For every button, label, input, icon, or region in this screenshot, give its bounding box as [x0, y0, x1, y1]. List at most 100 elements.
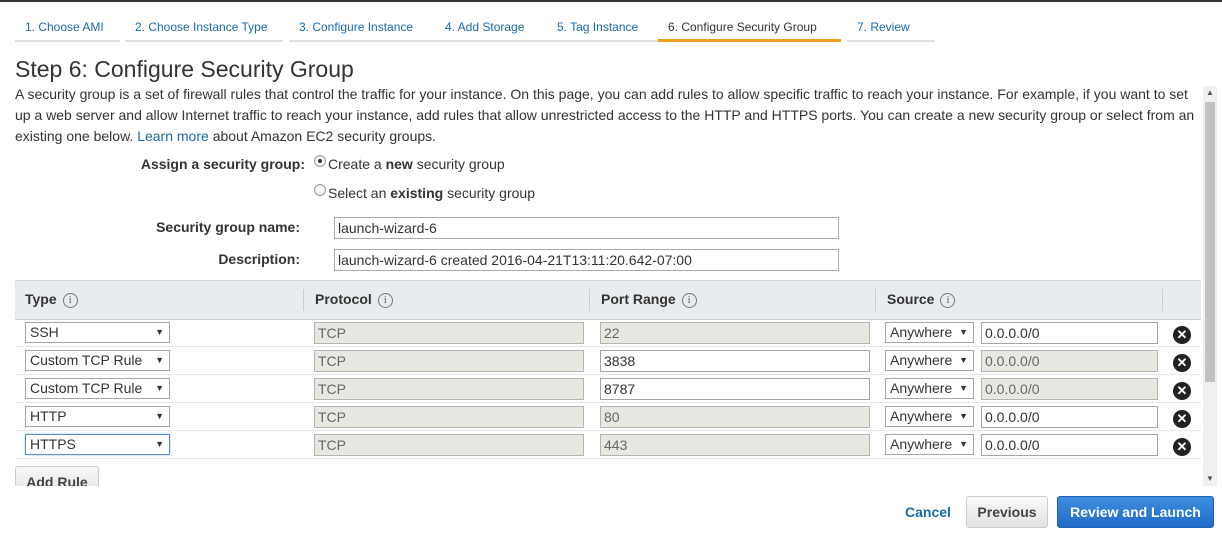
radio-select-existing[interactable]: Select an existing security group: [314, 184, 535, 201]
remove-rule-icon[interactable]: ✕: [1173, 326, 1191, 344]
source-select[interactable]: Anywhere ▼: [885, 434, 974, 455]
chevron-down-icon: ▼: [155, 439, 164, 449]
source-value: Anywhere: [890, 380, 953, 396]
table-row: HTTP ▼ TCP 80 Anywhere ▼ 0.0.0.0/0 ✕: [15, 403, 1201, 431]
header-source: Source i: [877, 281, 956, 319]
tab-configure-instance[interactable]: 3. Configure Instance: [289, 14, 439, 42]
header-divider[interactable]: [303, 289, 304, 311]
tab-choose-instance-type[interactable]: 2. Choose Instance Type: [125, 14, 283, 42]
protocol-field: TCP: [314, 378, 584, 400]
rule-type-value: HTTPS: [30, 436, 76, 452]
source-select[interactable]: Anywhere ▼: [885, 378, 974, 399]
protocol-field: TCP: [314, 434, 584, 456]
rule-type-select[interactable]: Custom TCP Rule ▼: [25, 350, 170, 371]
source-select[interactable]: Anywhere ▼: [885, 406, 974, 427]
cidr-input[interactable]: 0.0.0.0/0: [981, 434, 1158, 456]
header-type-label: Type: [25, 291, 57, 307]
vertical-scrollbar[interactable]: ▲ ▼: [1203, 86, 1217, 486]
chevron-down-icon: ▼: [959, 383, 968, 393]
security-group-name-input[interactable]: launch-wizard-6: [334, 217, 839, 239]
intro-text: A security group is a set of firewall ru…: [15, 84, 1199, 147]
previous-button[interactable]: Previous: [966, 496, 1048, 528]
info-icon[interactable]: i: [681, 292, 697, 308]
intro-suffix: about Amazon EC2 security groups.: [212, 128, 437, 144]
rule-type-value: Custom TCP Rule: [30, 352, 143, 368]
chevron-down-icon: ▼: [155, 411, 164, 421]
tab-add-storage[interactable]: 4. Add Storage: [435, 14, 549, 42]
description-input[interactable]: launch-wizard-6 created 2016-04-21T13:11…: [334, 249, 839, 271]
main-content: Step 6: Configure Security Group A secur…: [15, 56, 1201, 486]
rule-type-select[interactable]: Custom TCP Rule ▼: [25, 378, 170, 399]
rule-type-value: SSH: [30, 324, 59, 340]
chevron-down-icon: ▼: [959, 411, 968, 421]
chevron-down-icon: ▼: [155, 327, 164, 337]
page-title: Step 6: Configure Security Group: [15, 56, 354, 82]
protocol-field: TCP: [314, 350, 584, 372]
table-row: Custom TCP Rule ▼ TCP 3838 Anywhere ▼ 0.0.…: [15, 347, 1201, 375]
radio-create-new[interactable]: Create a new security group: [314, 155, 505, 172]
rule-type-select[interactable]: SSH ▼: [25, 322, 170, 343]
source-value: Anywhere: [890, 408, 953, 424]
header-divider[interactable]: [1162, 289, 1163, 311]
radio-unselected-icon[interactable]: [314, 184, 326, 196]
protocol-field: TCP: [314, 406, 584, 428]
review-and-launch-button[interactable]: Review and Launch: [1057, 496, 1214, 528]
scroll-thumb[interactable]: [1205, 102, 1215, 382]
chevron-down-icon: ▼: [959, 439, 968, 449]
port-range-field: 443: [600, 434, 870, 456]
radio-create-new-post: security group: [416, 156, 505, 172]
port-range-input[interactable]: 3838: [600, 350, 870, 372]
assign-security-group-label: Assign a security group:: [140, 156, 305, 172]
rules-table-header: Type i Protocol i Port Range i Source i: [15, 280, 1201, 320]
chevron-down-icon: ▼: [155, 383, 164, 393]
radio-selected-icon[interactable]: [314, 155, 326, 167]
source-select[interactable]: Anywhere ▼: [885, 350, 974, 371]
chevron-down-icon: ▼: [959, 327, 968, 337]
header-divider[interactable]: [589, 289, 590, 311]
source-select[interactable]: Anywhere ▼: [885, 322, 974, 343]
tab-choose-ami[interactable]: 1. Choose AMI: [15, 14, 120, 42]
cidr-input[interactable]: 0.0.0.0/0: [981, 322, 1158, 344]
remove-rule-icon[interactable]: ✕: [1173, 382, 1191, 400]
chevron-down-icon: ▼: [959, 355, 968, 365]
table-row: HTTPS ▼ TCP 443 Anywhere ▼ 0.0.0.0/0 ✕: [15, 431, 1201, 459]
remove-rule-icon[interactable]: ✕: [1173, 410, 1191, 428]
rule-type-select[interactable]: HTTP ▼: [25, 406, 170, 427]
info-icon[interactable]: i: [940, 292, 956, 308]
header-divider[interactable]: [875, 289, 876, 311]
tab-review[interactable]: 7. Review: [847, 14, 935, 42]
top-border: [0, 0, 1222, 2]
footer-bar: Cancel Previous Review and Launch: [0, 486, 1222, 534]
add-rule-button[interactable]: Add Rule: [15, 466, 99, 486]
header-port-range-label: Port Range: [601, 291, 676, 307]
header-protocol: Protocol i: [305, 281, 393, 319]
cidr-input[interactable]: 0.0.0.0/0: [981, 406, 1158, 428]
cidr-field: 0.0.0.0/0: [981, 350, 1158, 372]
scroll-down-icon[interactable]: ▼: [1203, 472, 1217, 486]
cancel-link[interactable]: Cancel: [905, 504, 951, 520]
learn-more-link[interactable]: Learn more: [137, 128, 209, 144]
header-type: Type i: [15, 281, 78, 319]
info-icon[interactable]: i: [62, 292, 78, 308]
rule-type-select[interactable]: HTTPS ▼: [25, 434, 170, 455]
security-group-name-label: Security group name:: [156, 219, 300, 235]
header-source-label: Source: [887, 291, 935, 307]
radio-select-existing-pre: Select an: [328, 185, 387, 201]
source-value: Anywhere: [890, 324, 953, 340]
scroll-up-icon[interactable]: ▲: [1203, 86, 1217, 100]
radio-select-existing-post: security group: [447, 185, 535, 201]
cidr-field: 0.0.0.0/0: [981, 378, 1158, 400]
port-range-field: 22: [600, 322, 870, 344]
table-row: SSH ▼ TCP 22 Anywhere ▼ 0.0.0.0/0 ✕: [15, 319, 1201, 347]
remove-rule-icon[interactable]: ✕: [1173, 354, 1191, 372]
rule-type-value: HTTP: [30, 408, 67, 424]
table-row: Custom TCP Rule ▼ TCP 8787 Anywhere ▼ 0.0.…: [15, 375, 1201, 403]
tab-tag-instance[interactable]: 5. Tag Instance: [547, 14, 659, 42]
port-range-input[interactable]: 8787: [600, 378, 870, 400]
source-value: Anywhere: [890, 436, 953, 452]
remove-rule-icon[interactable]: ✕: [1173, 438, 1191, 456]
tab-configure-security-group[interactable]: 6. Configure Security Group: [658, 14, 841, 42]
header-port-range: Port Range i: [591, 281, 697, 319]
info-icon[interactable]: i: [377, 292, 393, 308]
header-protocol-label: Protocol: [315, 291, 372, 307]
